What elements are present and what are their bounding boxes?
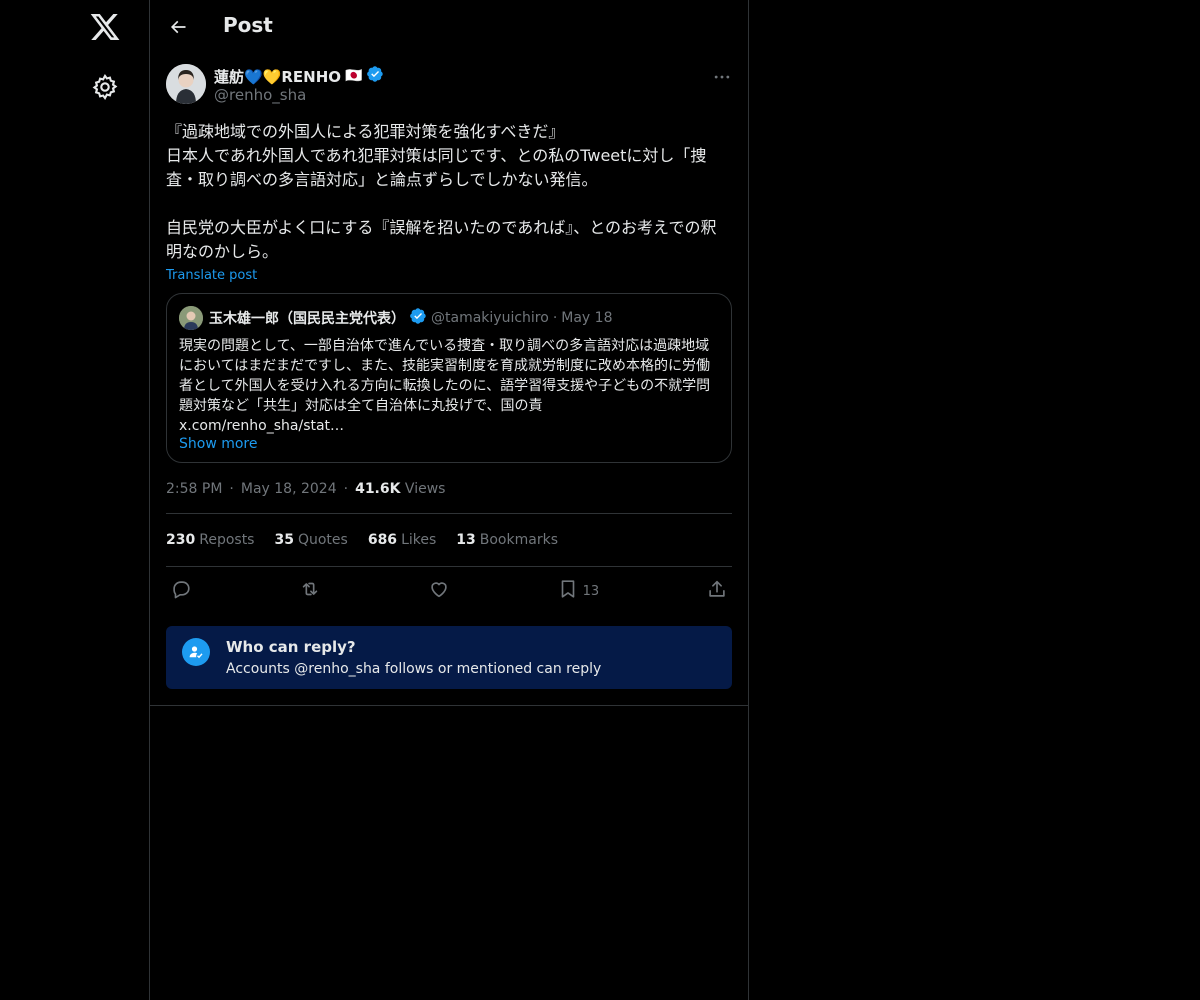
reply-subtitle: Accounts @renho_sha follows or mentioned… xyxy=(226,661,602,677)
author-flag: 🇯🇵 xyxy=(345,68,363,84)
bookmarks-count: 13 xyxy=(456,532,476,548)
who-can-reply-box: Who can reply? Accounts @renho_sha follo… xyxy=(166,626,732,689)
page-title: Post xyxy=(223,13,273,37)
left-nav xyxy=(0,0,150,1000)
app: Post 蓮舫💙💛RENHO 🇯🇵 @renho_sha 『過疎地域での外国人に… xyxy=(0,0,1200,1000)
bookmark-count: 13 xyxy=(582,583,600,599)
quote-separator: · xyxy=(552,310,558,326)
bookmarks-stat[interactable]: 13 Bookmarks xyxy=(456,532,558,548)
reply-button[interactable] xyxy=(170,578,192,604)
post-meta: 2:58 PM · May 18, 2024 · 41.6K Views xyxy=(166,481,732,514)
more-icon[interactable] xyxy=(712,67,732,87)
author-name-text: 蓮舫💙💛RENHO xyxy=(214,67,342,86)
verified-icon xyxy=(409,307,427,329)
quote-author-handle: @tamakiyuichiro xyxy=(431,310,549,326)
post-date[interactable]: May 18, 2024 xyxy=(241,481,337,497)
x-logo-icon[interactable] xyxy=(89,11,121,43)
views-label: Views xyxy=(404,481,446,497)
reply-icon xyxy=(170,578,192,604)
like-button[interactable] xyxy=(428,578,450,604)
engagement-stats: 230 Reposts 35 Quotes 686 Likes 13 Bookmarks xyxy=(166,514,732,567)
quotes-label: Quotes xyxy=(297,532,348,548)
avatar[interactable] xyxy=(166,64,206,104)
post-time[interactable]: 2:58 PM xyxy=(166,481,222,497)
verified-icon xyxy=(366,65,384,87)
quote-avatar xyxy=(179,306,203,330)
reposts-count: 230 xyxy=(166,532,196,548)
page-header: Post xyxy=(150,0,748,54)
quoted-post[interactable]: 玉木雄一郎（国民民主党代表） @tamakiyuichiro · May 18 … xyxy=(166,293,732,463)
views: 41.6K Views xyxy=(355,481,445,497)
post: 蓮舫💙💛RENHO 🇯🇵 @renho_sha 『過疎地域での外国人による犯罪対… xyxy=(150,64,748,706)
share-button[interactable] xyxy=(706,578,728,604)
likes-count: 686 xyxy=(367,532,398,548)
quote-author-name: 玉木雄一郎（国民民主党代表） xyxy=(209,311,405,327)
author-name[interactable]: 蓮舫💙💛RENHO 🇯🇵 xyxy=(214,65,384,87)
quote-date: May 18 xyxy=(561,310,613,326)
back-arrow-icon[interactable] xyxy=(166,15,190,39)
reply-title: Who can reply? xyxy=(226,638,356,656)
repost-button[interactable] xyxy=(299,578,321,604)
likes-stat[interactable]: 686 Likes xyxy=(368,532,436,548)
author-handle[interactable]: @renho_sha xyxy=(214,86,306,104)
show-more-link[interactable]: Show more xyxy=(179,436,719,452)
bookmark-button[interactable]: 13 xyxy=(557,578,600,604)
quotes-stat[interactable]: 35 Quotes xyxy=(274,532,347,548)
share-icon xyxy=(706,578,728,604)
views-count: 41.6K xyxy=(355,481,401,497)
repost-icon xyxy=(299,578,321,604)
quote-link[interactable]: x.com/renho_sha/stat… xyxy=(179,416,719,436)
meta-separator: · xyxy=(229,481,234,497)
reposts-stat[interactable]: 230 Reposts xyxy=(166,532,254,548)
likes-label: Likes xyxy=(401,532,437,548)
post-text: 『過疎地域での外国人による犯罪対策を強化すべきだ』 日本人であれ外国人であれ犯罪… xyxy=(166,122,717,261)
post-divider xyxy=(150,689,748,706)
reposts-label: Reposts xyxy=(199,532,255,548)
meta-separator: · xyxy=(343,481,349,497)
bookmark-icon xyxy=(557,578,579,604)
gear-icon[interactable] xyxy=(91,73,119,101)
action-bar: 13 xyxy=(166,567,732,615)
bookmarks-label: Bookmarks xyxy=(479,532,558,548)
translate-post-link[interactable]: Translate post xyxy=(166,268,257,283)
like-icon xyxy=(428,578,450,604)
quote-text: 現実の問題として、一部自治体で進んでいる捜査・取り調べの多言語対応は過疎地域にお… xyxy=(179,338,711,414)
quotes-count: 35 xyxy=(274,532,294,548)
author-row: 蓮舫💙💛RENHO 🇯🇵 @renho_sha xyxy=(166,64,732,120)
main-column: Post 蓮舫💙💛RENHO 🇯🇵 @renho_sha 『過疎地域での外国人に… xyxy=(149,0,749,1000)
quote-header: 玉木雄一郎（国民民主党代表） @tamakiyuichiro · May 18 xyxy=(179,306,719,330)
person-check-icon xyxy=(182,638,210,666)
